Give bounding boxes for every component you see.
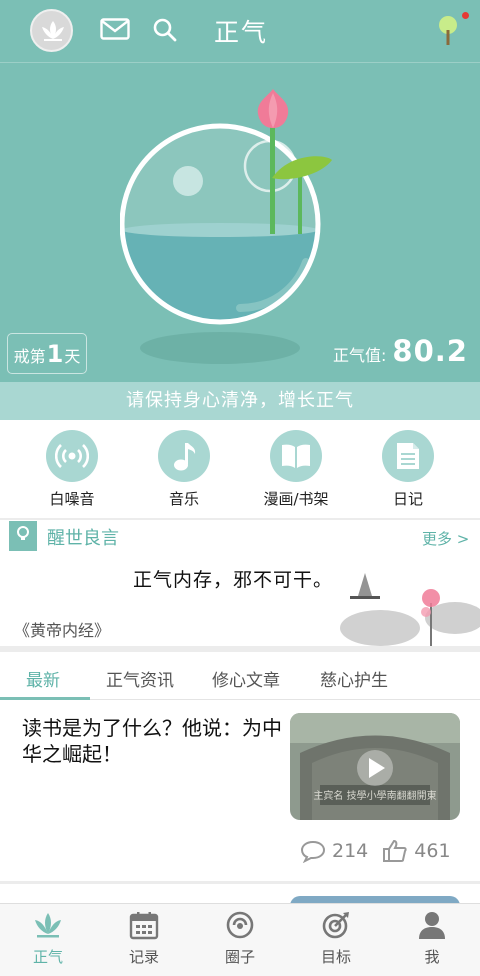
quick-tools: 白噪音 音乐 漫画/书架 日记 [0, 420, 480, 518]
score-label: 正气值: [333, 346, 387, 365]
quote-text: 正气内存，邪不可干。 [133, 569, 334, 591]
document-icon [397, 443, 419, 469]
nav-item-records[interactable]: 记录 [96, 910, 192, 967]
tab-news[interactable]: 正气资讯 [106, 666, 174, 691]
article-video-thumbnail[interactable]: 主宾名 技學小學南翻翻開東 [290, 713, 460, 820]
tool-label: 音乐 [168, 490, 199, 508]
tab-articles[interactable]: 修心文章 [212, 666, 280, 691]
tab-latest[interactable]: 最新 [26, 666, 60, 691]
tool-icon-bg [382, 430, 434, 482]
quote-section-title: 醒世良言 [47, 528, 119, 549]
ink-lotus-illustration [340, 573, 480, 646]
tool-label: 日记 [392, 490, 423, 508]
slogan-banner: 请保持身心清净，增长正气 [0, 382, 480, 420]
tool-label: 白噪音 [49, 490, 95, 508]
article-title: 读书是为了什么？他说：为中华之崛起！ [22, 716, 282, 766]
like-count: 461 [414, 840, 451, 862]
nav-label: 圈子 [224, 948, 255, 966]
nav-item-goals[interactable]: 目标 [288, 910, 384, 967]
more-link[interactable]: 更多 > [422, 528, 469, 549]
tool-label: 漫画/书架 [263, 490, 329, 508]
nav-label: 目标 [320, 948, 351, 966]
bulb-bookmark-icon [9, 521, 37, 551]
divider [0, 62, 480, 63]
nav-label: 记录 [128, 948, 159, 966]
white-noise-icon [55, 444, 89, 468]
tool-icon-bg [158, 430, 210, 482]
nav-label: 正气 [32, 948, 63, 966]
bottom-navigation: 正气 记录 圈子 目标 我 [0, 903, 480, 976]
circle-icon [226, 911, 254, 939]
target-icon [322, 912, 349, 939]
comment-icon[interactable] [300, 839, 326, 863]
nav-label: 我 [424, 948, 440, 966]
quote-source: 《黄帝内经》 [14, 621, 111, 640]
tool-diary[interactable]: 日记 [358, 430, 458, 509]
thumbnail-sign-text: 主宾名 技學小學南翻翻開東 [313, 789, 436, 802]
calendar-icon [129, 912, 159, 940]
score-value: 80.2 [392, 334, 468, 368]
category-tabs: 最新 正气资讯 修心文章 慈心护生 [0, 652, 480, 700]
tool-icon-bg [270, 430, 322, 482]
book-icon [282, 444, 310, 468]
tree-icon[interactable] [437, 14, 459, 46]
tool-comics-bookshelf[interactable]: 漫画/书架 [246, 430, 346, 509]
mail-icon[interactable] [100, 18, 130, 40]
person-icon [419, 912, 445, 939]
day-prefix: 戒第 [13, 347, 46, 366]
article-card[interactable]: 读书是为了什么？他说：为中华之崛起！ 主宾名 技學小學南翻翻開東 214 461 [0, 701, 480, 881]
search-icon[interactable] [152, 17, 178, 43]
top-bar: 正气 [0, 0, 480, 62]
article-stats: 214 461 [300, 839, 465, 863]
tool-music[interactable]: 音乐 [134, 430, 234, 509]
abstinence-day-badge: 戒第 1 天 [7, 333, 87, 374]
day-count: 1 [46, 340, 64, 368]
tab-active-indicator [0, 697, 90, 700]
thumbs-up-icon[interactable] [382, 839, 408, 863]
tab-life-protection[interactable]: 慈心护生 [320, 666, 388, 691]
nav-item-circle[interactable]: 圈子 [192, 910, 288, 967]
comment-count: 214 [332, 840, 369, 862]
tool-icon-bg [46, 430, 98, 482]
nav-item-me[interactable]: 我 [384, 910, 480, 967]
lotus-icon [35, 913, 61, 938]
quote-card[interactable]: 醒世良言 更多 > 正气内存，邪不可干。 《黄帝内经》 [0, 520, 480, 646]
lotus-icon [42, 21, 64, 41]
nav-item-zhengqi[interactable]: 正气 [0, 910, 96, 967]
notification-dot [462, 12, 469, 19]
video-thumbnail-image: 主宾名 技學小學南翻翻開東 [290, 713, 460, 820]
day-suffix: 天 [64, 347, 81, 366]
music-note-icon [174, 443, 196, 471]
hero-panel: 正气 戒第 1 天 正气值: 80.2 [0, 0, 480, 382]
page-title: 正气 [214, 18, 269, 47]
score-readout: 正气值: 80.2 [333, 334, 468, 368]
tool-white-noise[interactable]: 白噪音 [22, 430, 122, 509]
avatar[interactable] [30, 9, 73, 52]
lotus-bowl-illustration [120, 89, 332, 364]
